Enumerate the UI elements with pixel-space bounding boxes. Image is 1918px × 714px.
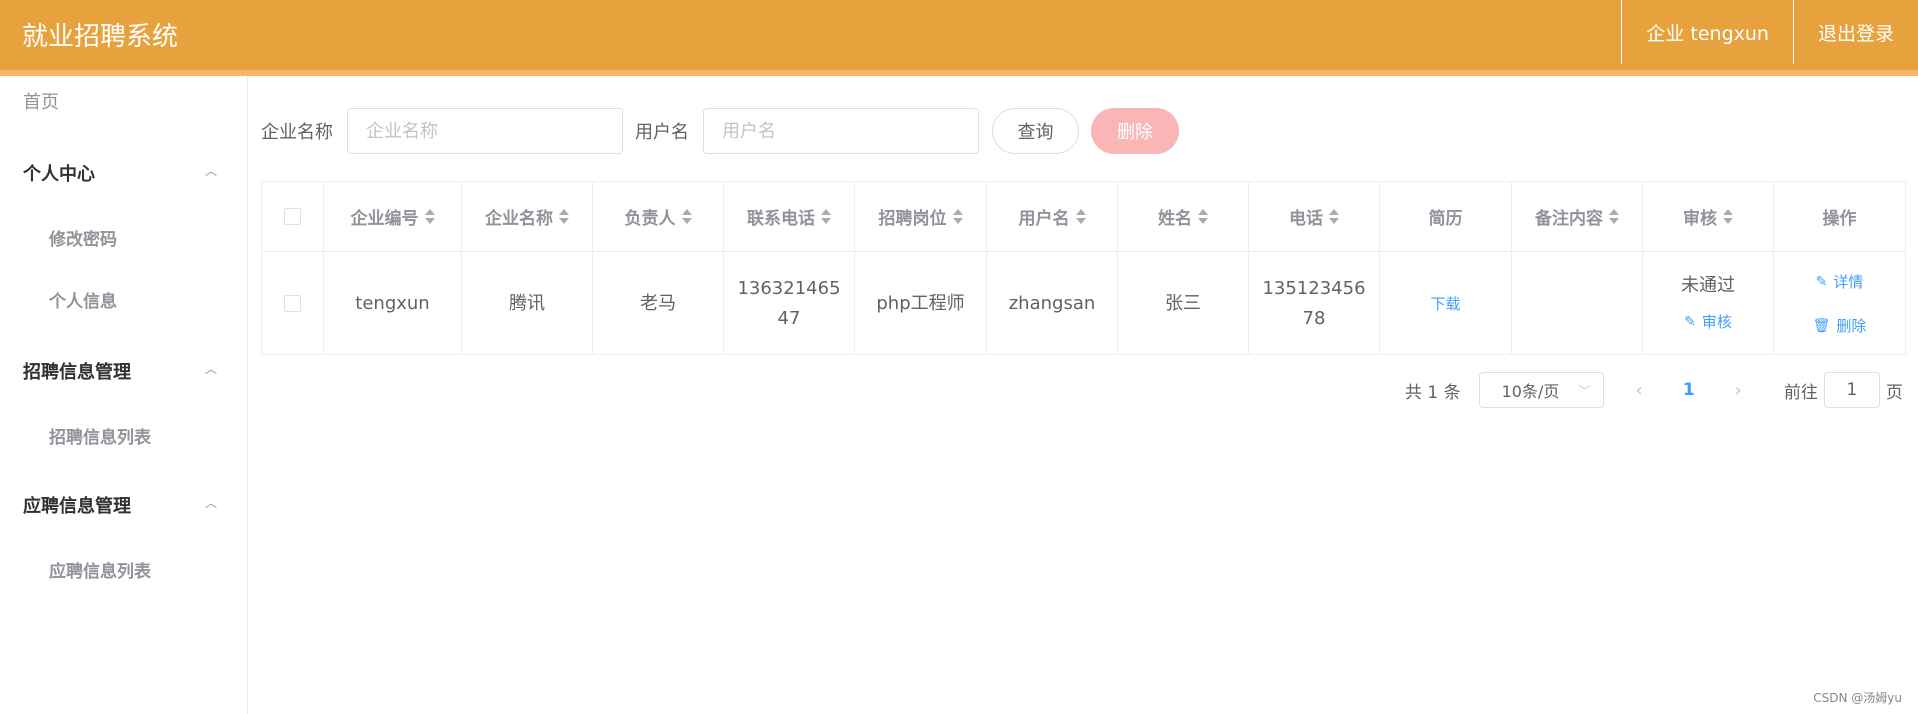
sidebar-group-personal-center[interactable]: 个人中心 [23,160,95,186]
table-header-row: 企业编号 企业名称 负责人 联系电话 招聘岗位 用户名 姓名 电话 简历 备注内… [262,182,1905,252]
data-table: 企业编号 企业名称 负责人 联系电话 招聘岗位 用户名 姓名 电话 简历 备注内… [261,181,1906,355]
goto-page-input[interactable] [1823,372,1880,408]
header-actions: 企业 tengxun 退出登录 [1621,0,1918,70]
column-header-manager[interactable]: 负责人 [593,182,724,251]
sort-icon[interactable] [1075,209,1086,224]
edit-icon: ✎ [1684,313,1696,330]
sidebar-group-applications[interactable]: 应聘信息管理 [23,492,131,518]
chevron-up-icon[interactable]: ︿ [205,494,217,511]
cell-position: php工程师 [855,252,987,355]
column-header-company-name[interactable]: 企业名称 [462,182,593,251]
pagination-total: 共 1 条 [1405,382,1461,403]
chevron-up-icon[interactable]: ︿ [205,162,217,179]
sidebar-item-personal-info[interactable]: 个人信息 [49,287,117,312]
column-header-position[interactable]: 招聘岗位 [855,182,987,251]
sidebar: 首页 个人中心 ︿ 修改密码 个人信息 招聘信息管理 ︿ 招聘信息列表 应聘信息… [0,76,248,714]
sort-icon[interactable] [424,209,435,224]
column-header-username[interactable]: 用户名 [987,182,1118,251]
watermark: CSDN @汤姆yu [1813,691,1902,705]
username-input[interactable] [703,108,979,154]
current-page[interactable]: 1 [1683,380,1695,400]
cell-remark [1512,252,1643,355]
sidebar-item-home[interactable]: 首页 [23,88,59,114]
edit-icon: ✎ [1815,273,1828,290]
sort-icon[interactable] [952,209,963,224]
search-bar: 企业名称 用户名 查询 删除 [261,108,1179,154]
sort-icon[interactable] [1723,209,1733,224]
table-row: tengxun 腾讯 老马 13632146547 php工程师 zhangsa… [262,252,1905,355]
cell-contact-phone: 13632146547 [724,252,855,355]
company-name-label: 企业名称 [261,122,333,143]
column-header-remark[interactable]: 备注内容 [1512,182,1643,251]
sidebar-item-change-password[interactable]: 修改密码 [49,225,117,250]
sort-icon[interactable] [821,209,831,224]
page-size-select[interactable]: 10条/页 ﹀ [1478,372,1604,408]
sort-icon[interactable] [1609,209,1619,224]
resume-download-link[interactable]: 下载 [1430,289,1460,319]
column-header-review[interactable]: 审核 [1643,182,1774,251]
username-label: 用户名 [635,122,689,143]
header-select-all[interactable] [262,182,324,251]
column-header-name[interactable]: 姓名 [1118,182,1249,251]
column-header-phone[interactable]: 电话 [1249,182,1380,251]
cell-name: 张三 [1118,252,1249,355]
sort-icon[interactable] [559,209,569,224]
sidebar-group-recruitment[interactable]: 招聘信息管理 [23,358,131,384]
cell-review: 未通过 ✎ 审核 [1643,252,1774,355]
cell-actions: ✎ 详情 🗑 删除 [1774,252,1905,355]
app-title: 就业招聘系统 [22,22,179,52]
sidebar-item-application-list[interactable]: 应聘信息列表 [49,557,151,582]
review-button[interactable]: ✎ 审核 [1684,307,1732,337]
column-header-company-id[interactable]: 企业编号 [324,182,462,251]
sort-icon[interactable] [1329,209,1339,224]
column-header-actions: 操作 [1822,209,1857,229]
prev-page-button[interactable]: ‹ [1636,380,1643,401]
company-name-input[interactable] [347,108,623,154]
logout-button[interactable]: 退出登录 [1792,0,1918,64]
trash-icon: 🗑 [1812,317,1831,334]
review-status: 未通过 [1681,274,1735,296]
row-delete-button[interactable]: 🗑 删除 [1813,311,1867,341]
current-user[interactable]: 企业 tengxun [1621,0,1793,64]
cell-resume: 下载 [1380,252,1512,355]
cell-company-id: tengxun [324,252,462,355]
delete-button[interactable]: 删除 [1091,108,1179,154]
query-button[interactable]: 查询 [992,108,1079,154]
row-select[interactable] [262,252,324,355]
cell-company-name: 腾讯 [462,252,593,355]
chevron-up-icon[interactable]: ︿ [205,360,217,377]
pagination: 共 1 条 10条/页 ﹀ ‹ 1 › 前往 页 [1405,372,1903,408]
sort-icon[interactable] [681,209,692,224]
row-checkbox[interactable] [284,295,301,312]
top-header: 就业招聘系统 企业 tengxun 退出登录 [0,0,1918,76]
chevron-down-icon: ﹀ [1578,383,1591,398]
goto-label: 前往 [1783,382,1818,403]
page-suffix: 页 [1885,382,1903,403]
sidebar-item-recruitment-list[interactable]: 招聘信息列表 [49,423,151,448]
sort-icon[interactable] [1198,209,1208,224]
next-page-button[interactable]: › [1735,380,1742,401]
detail-button[interactable]: ✎ 详情 [1816,267,1864,297]
cell-phone: 13512345678 [1249,252,1380,355]
column-header-contact-phone[interactable]: 联系电话 [724,182,855,251]
cell-username: zhangsan [987,252,1118,355]
select-all-checkbox[interactable] [284,208,301,225]
cell-manager: 老马 [593,252,724,355]
column-header-resume: 简历 [1380,182,1512,251]
